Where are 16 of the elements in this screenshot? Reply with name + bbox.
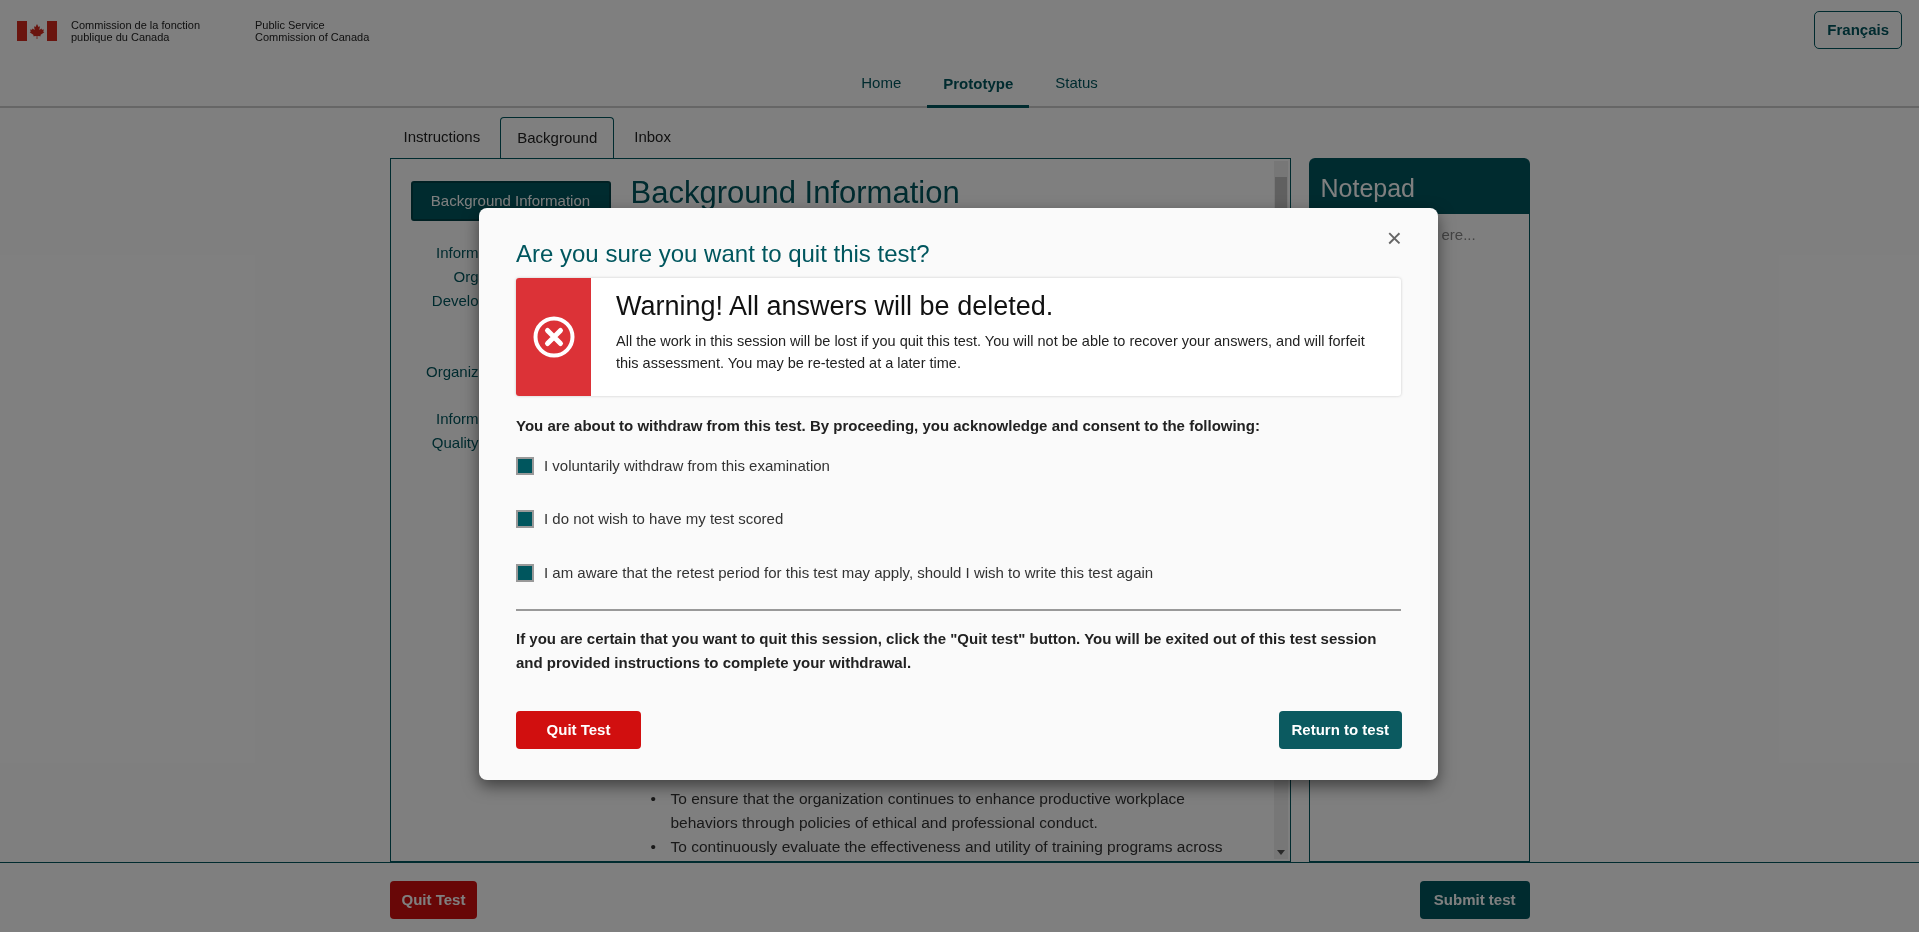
checkbox-label: I do not wish to have my test scored xyxy=(544,509,784,529)
quit-instructions: If you are certain that you want to quit this session, click the "Quit test" button. You will be exited out of this test session and provided instructions to complete your withdrawal. xyxy=(516,629,1378,673)
dialog-title: Are you sure you want to quit this test? xyxy=(516,239,931,269)
warning-title: Warning! All answers will be deleted. xyxy=(616,290,1055,323)
organization-name: Public Service Commission of Canada xyxy=(255,19,371,43)
notepad-title: Notepad xyxy=(1308,158,1530,214)
warning-text: All the work in this session will be lost if you quit this test. You will not be able to recover your answers, and will forfeit this assessment. You may be re-tested at a later time. xyxy=(616,332,1366,373)
bullet-marker: • xyxy=(650,789,657,809)
bullet-marker: • xyxy=(650,837,657,857)
bullet-text: To ensure that the organization continues to enhance productive workplace behaviors through policies of ethical and professional conduct. xyxy=(670,789,1186,833)
checkbox-label: I voluntarily withdraw from this examination xyxy=(544,455,830,476)
checkbox-label: I am aware that the retest period for this test may apply, should I wish to write this test again xyxy=(544,562,1154,583)
bullet-text: To continuously evaluate the effectiveness and utility of training programs across xyxy=(670,837,1223,857)
section-heading: Background Information xyxy=(630,174,961,212)
consent-intro: You are about to withdraw from this test. By proceeding, you acknowledge and consent to the following: xyxy=(516,416,1261,436)
organization-name: Commission de la fonction publique du Canada xyxy=(71,19,201,43)
